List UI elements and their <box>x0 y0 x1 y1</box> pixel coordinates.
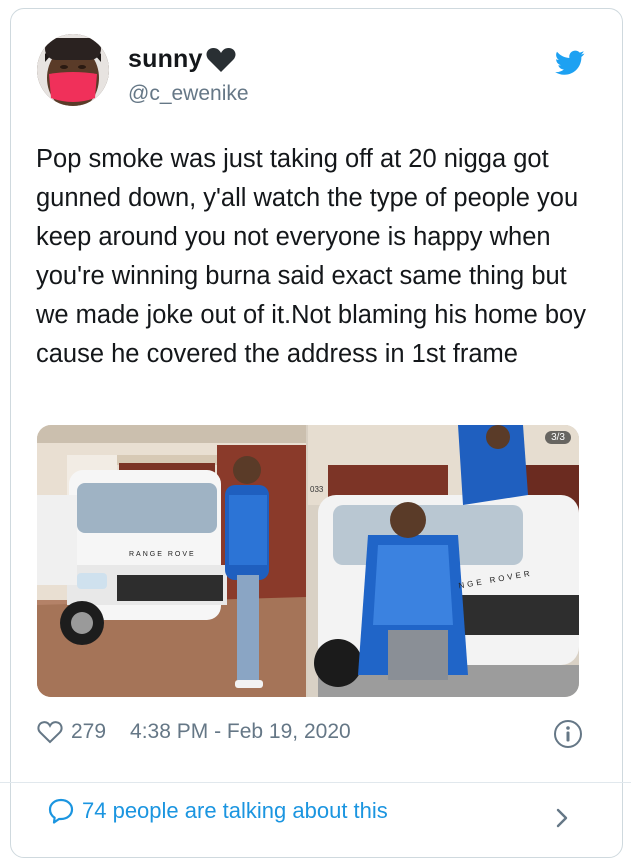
photo-1-image <box>37 425 306 697</box>
photo-2[interactable]: 033 NGE ROVER 3/3 <box>308 425 579 697</box>
talking-count-label[interactable]: 74 people are talking about this <box>82 798 388 824</box>
chevron-right-icon[interactable] <box>553 806 571 830</box>
black-heart-icon <box>206 47 236 72</box>
like-count[interactable]: 279 <box>71 720 106 744</box>
display-name[interactable]: sunny <box>128 45 203 74</box>
photo-2-image <box>308 425 579 697</box>
media-gallery[interactable]: RANGE ROVE 033 NGE ROVER 3/3 <box>37 425 579 697</box>
conversation-link[interactable]: 74 people are talking about this <box>48 798 388 824</box>
tweet-text: Pop smoke was just taking off at 20 nigg… <box>36 145 586 368</box>
media-counter-badge: 3/3 <box>545 431 571 444</box>
speech-bubble-icon <box>48 798 74 824</box>
photo-1[interactable]: RANGE ROVE <box>37 425 306 697</box>
avatar[interactable] <box>37 34 109 106</box>
divider <box>0 782 631 783</box>
tweet-meta: 279 4:38 PM - Feb 19, 2020 <box>37 720 351 744</box>
photo-1-plate-text: RANGE ROVE <box>129 551 196 558</box>
user-handle[interactable]: @c_ewenike <box>128 82 249 106</box>
photo-2-wall-number: 033 <box>310 485 324 494</box>
avatar-image <box>37 34 109 106</box>
info-icon[interactable] <box>553 719 583 749</box>
heart-outline-icon[interactable] <box>37 720 63 744</box>
twitter-bird-icon[interactable] <box>555 50 585 76</box>
author-name-row[interactable]: sunny <box>128 45 236 74</box>
timestamp[interactable]: 4:38 PM - Feb 19, 2020 <box>130 720 351 744</box>
